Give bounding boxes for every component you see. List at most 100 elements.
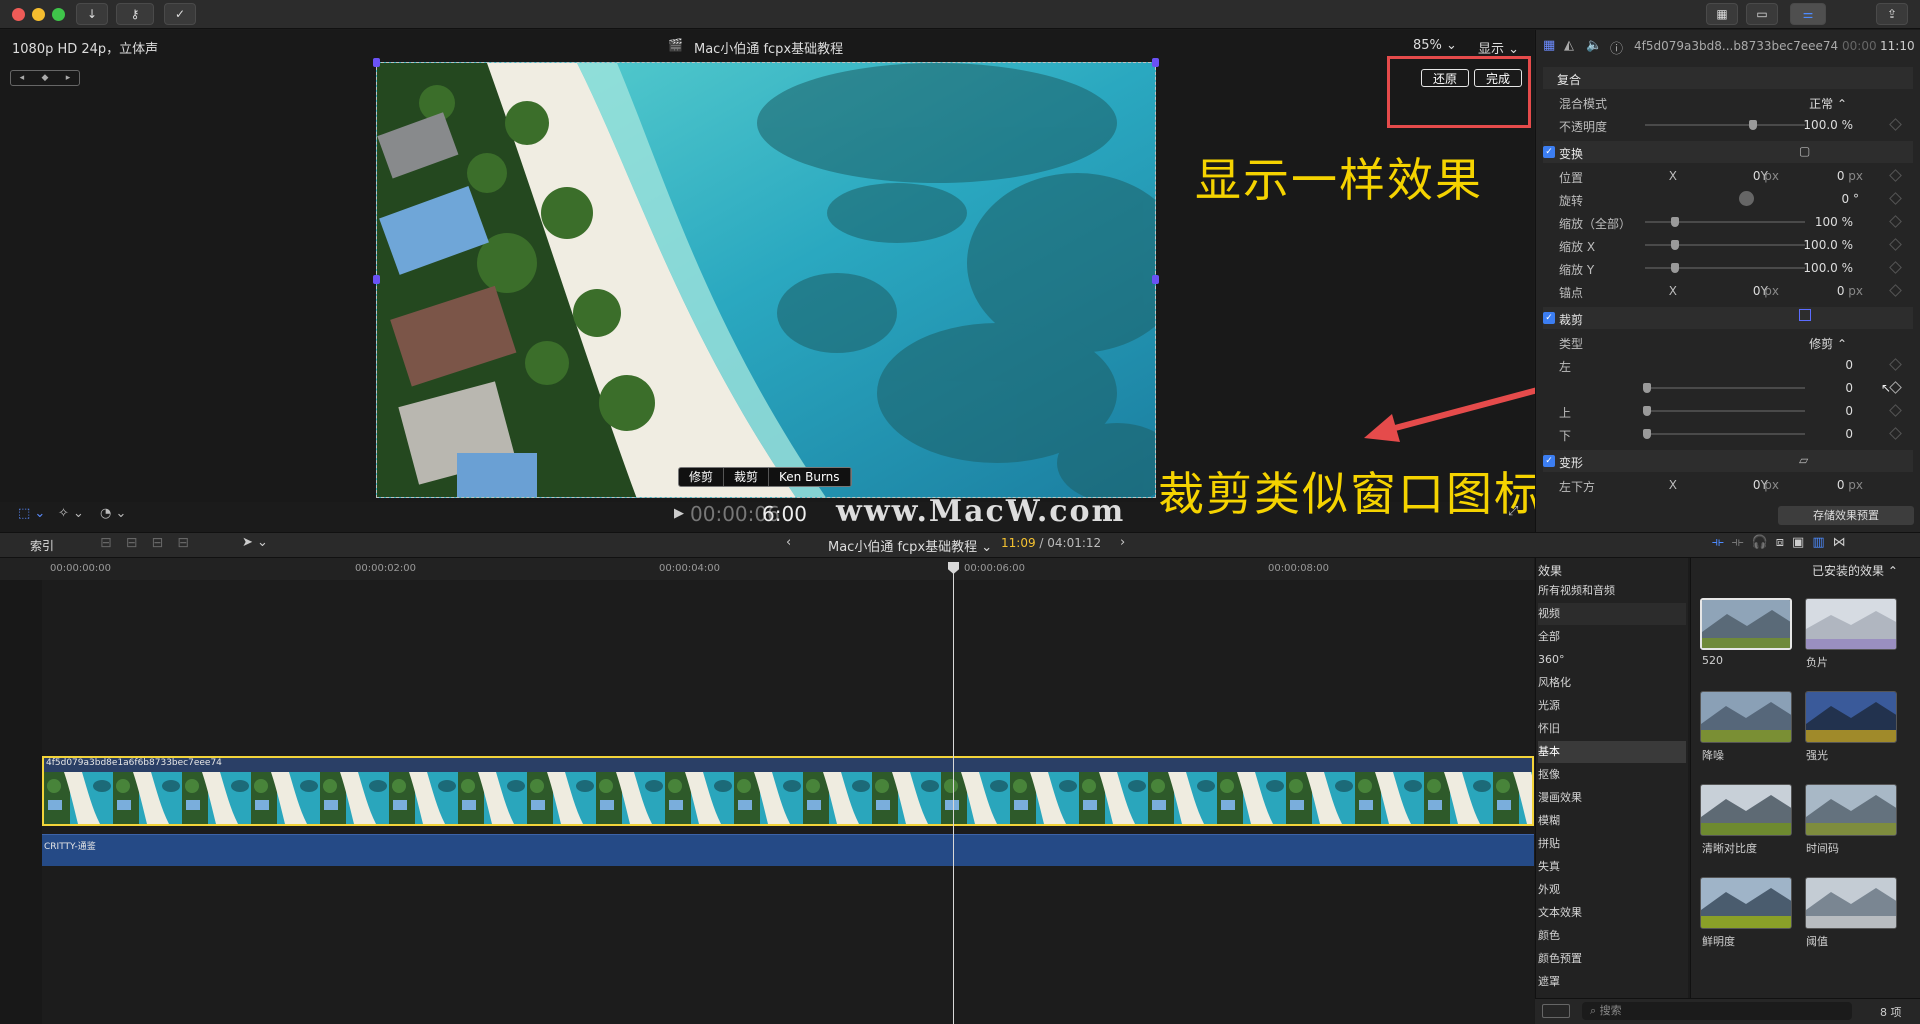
effect-category-item[interactable]: 拼贴 [1538,833,1686,855]
enhancement-menu[interactable]: ✧ ⌄ [58,506,84,521]
effect-category-item[interactable]: 漫画效果 [1538,787,1686,809]
timeline-project-menu[interactable]: Mac小伯通 fcpx基础教程 ⌄ [828,536,992,555]
append-clip-icon[interactable]: ⊟ [151,535,177,551]
opacity-slider-knob[interactable] [1749,120,1757,130]
effect-thumb-1[interactable] [1805,598,1897,650]
section-crop[interactable]: ✓ 裁剪 [1543,307,1913,329]
position-x-value[interactable]: 0 px [1709,169,1779,183]
distort-tool-icon[interactable]: ▱ [1799,453,1808,467]
index-button[interactable]: 索引 [30,537,54,554]
view-menu[interactable]: 显示 ⌄ [1478,38,1519,57]
timeline-back-button[interactable]: ‹ [786,535,791,550]
zoom-level-select[interactable]: 85% ⌄ [1413,38,1457,53]
anchor-keyframe-icon[interactable] [1889,284,1902,297]
scale-all-value[interactable]: 100 % [1773,215,1853,229]
keywords-button[interactable]: ⚷ [116,3,154,25]
effect-category-item[interactable]: 颜色预置 [1538,948,1686,970]
effect-thumb-2[interactable] [1700,691,1792,743]
crop-top-knob[interactable] [1643,406,1651,416]
close-window-button[interactable] [12,8,25,21]
position-keyframe-icon[interactable] [1889,169,1902,182]
effects-search-input[interactable]: ⌕ 搜索 [1582,1002,1852,1020]
crop-right-knob[interactable] [1643,383,1651,393]
effect-thumb-4[interactable] [1700,784,1792,836]
effect-thumb-7[interactable] [1805,877,1897,929]
connect-clip-icon[interactable]: ⊟ [100,535,126,551]
effect-category-item[interactable]: 失真 [1538,856,1686,878]
audio-skimming-icon[interactable]: ⟛ [1732,535,1752,550]
rotation-dial[interactable] [1739,191,1754,206]
color-inspector-tab-icon[interactable]: ◭ [1564,38,1574,53]
section-distort[interactable]: ✓ 变形 ▱ [1543,450,1913,472]
crop-left-value[interactable]: 0 [1773,358,1853,372]
trim-mode-button[interactable]: 修剪 [679,468,725,486]
bowtie-icon[interactable]: ⋈ [1833,535,1854,550]
effect-category-item[interactable]: 视频 [1538,603,1686,625]
timeline-right-controls[interactable]: ⟛⟛🎧⧈▣▥⋈ [1712,535,1854,550]
timeline-forward-button[interactable]: › [1120,535,1125,550]
video-clip[interactable]: 4f5d079a3bd8e1a6f6b8733bec7eee74 [42,756,1534,826]
save-effects-preset-button[interactable]: 存储效果预置 [1778,506,1914,525]
browser-toggle-button[interactable]: ▦ [1706,3,1738,25]
next-keyframe-icon[interactable]: ▸ [66,71,71,85]
bottom-left-y-value[interactable]: 0 px [1793,478,1863,492]
inspector-toggle-button[interactable]: ⚌ [1790,3,1826,25]
distort-checkbox[interactable]: ✓ [1543,455,1555,467]
zoom-window-button[interactable] [52,8,65,21]
anchor-x-value[interactable]: 0 px [1709,284,1779,298]
select-tool-menu[interactable]: ➤ ⌄ [242,535,268,550]
effect-category-item[interactable]: 全部 [1538,626,1686,648]
background-tasks-button[interactable]: ✓ [164,3,196,25]
playhead[interactable] [953,562,954,1024]
crop-right-value[interactable]: 0 [1773,381,1853,395]
transitions-browser-icon[interactable]: ▥ [1812,535,1832,550]
overwrite-clip-icon[interactable]: ⊟ [177,535,203,551]
ken-burns-mode-button[interactable]: Ken Burns [769,468,851,486]
timeline-toggle-button[interactable]: ▭ [1746,3,1778,25]
crop-handle-top-right[interactable] [1152,58,1159,67]
installed-effects-menu[interactable]: 已安装的效果 ⌃ [1812,562,1898,579]
crop-bottom-keyframe-icon[interactable] [1889,427,1902,440]
crop-handle-top-left[interactable] [373,58,380,67]
crop-handle-right[interactable] [1152,275,1159,284]
section-compositing[interactable]: 复合 [1543,67,1913,89]
share-button[interactable]: ⇪ [1876,3,1908,25]
edit-buttons-group[interactable]: ⊟⊟⊟⊟ [100,535,203,551]
scale-y-value[interactable]: 100.0 % [1773,261,1853,275]
video-frame[interactable] [376,62,1156,498]
effect-category-item[interactable]: 外观 [1538,879,1686,901]
add-keyframe-icon[interactable]: ◆ [42,71,49,85]
effect-category-item[interactable]: 360° [1538,649,1686,671]
crop-mode-segmented-control[interactable]: 修剪 裁剪 Ken Burns [678,467,852,487]
anchor-y-value[interactable]: 0 px [1793,284,1863,298]
scale-y-knob[interactable] [1671,263,1679,273]
info-inspector-tab-icon[interactable]: ⓘ [1610,38,1623,57]
position-y-value[interactable]: 0 px [1793,169,1863,183]
effect-category-item[interactable]: 怀旧 [1538,718,1686,740]
keyframe-nav-controls[interactable]: ◂ ◆ ▸ [10,70,80,86]
retime-menu[interactable]: ◔ ⌄ [100,506,126,521]
section-transform[interactable]: ✓ 变换 ▢ [1543,141,1913,163]
scale-all-knob[interactable] [1671,217,1679,227]
transform-checkbox[interactable]: ✓ [1543,146,1555,158]
video-inspector-tab-icon[interactable]: ▦ [1543,38,1555,53]
effect-thumb-3[interactable] [1805,691,1897,743]
effect-thumb-6[interactable] [1700,877,1792,929]
bottom-left-x-value[interactable]: 0 px [1709,478,1779,492]
play-button[interactable]: ▶ [674,506,684,521]
headphones-icon[interactable]: 🎧 [1752,535,1776,550]
insert-clip-icon[interactable]: ⊟ [126,535,152,551]
skimming-icon[interactable]: ⟛ [1712,535,1732,550]
previous-keyframe-icon[interactable]: ◂ [20,71,25,85]
scale-x-keyframe-icon[interactable] [1889,238,1902,251]
rotation-value[interactable]: 0 ° [1779,192,1859,206]
audio-clip[interactable]: CRITTY-通鉴 [42,834,1534,866]
crop-bottom-knob[interactable] [1643,429,1651,439]
effect-category-item[interactable]: 颜色 [1538,925,1686,947]
scale-y-keyframe-icon[interactable] [1889,261,1902,274]
effect-category-item[interactable]: 文本效果 [1538,902,1686,924]
effect-category-item[interactable]: 风格化 [1538,672,1686,694]
clip-appearance-icon[interactable]: ⧈ [1776,535,1792,550]
rotation-keyframe-icon[interactable] [1889,192,1902,205]
done-button[interactable]: 完成 [1474,69,1522,87]
